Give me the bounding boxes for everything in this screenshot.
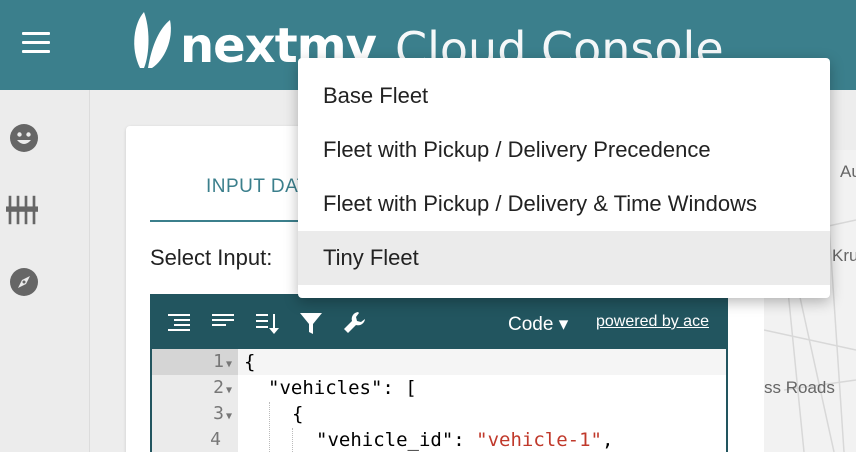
line-number: 1 ▼ [213,351,232,372]
format-icon[interactable] [166,310,192,336]
json-editor[interactable]: Code ▾ powered by ace 1 ▼ 2 ▼ 3 ▼ 4 { "vehi… [150,294,728,452]
menu-item-base-fleet[interactable]: Base Fleet [298,69,830,123]
editor-toolbar: Code ▾ powered by ace [152,296,726,349]
input-select-menu: Base Fleet Fleet with Pickup / Delivery … [298,58,830,298]
wrench-icon[interactable] [342,310,368,336]
code-line: { [292,403,304,425]
code-line: "vehicle_id": "vehicle-1", [316,429,614,451]
select-input-label: Select Input: [150,245,273,270]
side-rail [0,90,90,452]
line-number: 2 ▼ [213,377,232,398]
sort-icon[interactable] [254,310,280,336]
map-label: Kru [832,246,856,265]
code-line: { [244,351,256,373]
line-number: 3 ▼ [213,403,232,424]
code-mode-dropdown[interactable]: Code ▾ [508,313,568,336]
compact-icon[interactable] [210,310,236,336]
code-line: "vehicles": [ [268,377,417,399]
map-label: ss Roads [764,378,835,397]
menu-icon[interactable] [22,32,50,54]
smiley-icon[interactable] [8,122,40,154]
compass-icon[interactable] [8,266,40,298]
map-label: Au [840,162,856,181]
powered-by-ace-link[interactable]: powered by ace [596,313,709,331]
menu-item-pickup-delivery-time-windows[interactable]: Fleet with Pickup / Delivery & Time Wind… [298,177,830,231]
sliders-icon[interactable] [6,194,38,226]
line-number: 4 [210,429,221,450]
tab-input-data[interactable]: INPUT DATA [150,126,306,222]
editor-gutter: 1 ▼ 2 ▼ 3 ▼ 4 [152,349,238,452]
filter-icon[interactable] [298,310,324,336]
menu-item-tiny-fleet[interactable]: Tiny Fleet [298,231,830,285]
logo-leaf-icon [134,12,171,68]
menu-item-pickup-delivery-precedence[interactable]: Fleet with Pickup / Delivery Precedence [298,123,830,177]
